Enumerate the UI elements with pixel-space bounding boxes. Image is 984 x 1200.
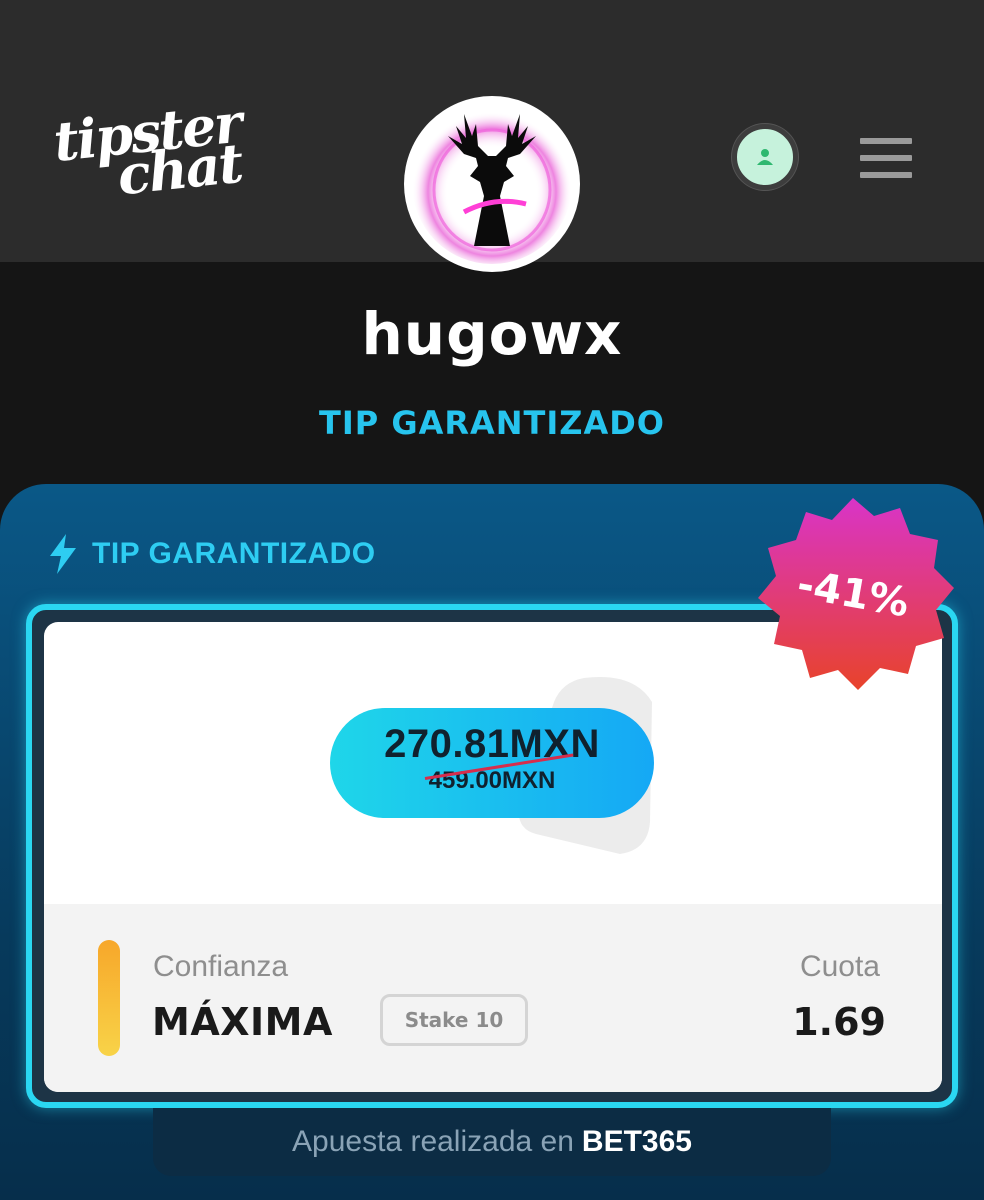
original-price: 459.00MXN xyxy=(424,753,574,795)
menu-line xyxy=(860,172,912,178)
tip-panel-title-text: TIP GARANTIZADO xyxy=(92,537,376,570)
menu-line xyxy=(860,138,912,144)
tip-panel-title: TIP GARANTIZADO xyxy=(48,534,376,574)
user-icon xyxy=(757,149,773,165)
lightning-icon xyxy=(50,534,76,574)
user-account-button[interactable] xyxy=(732,124,798,190)
confidence-label: Confianza xyxy=(153,950,289,983)
bookmaker-name: BET365 xyxy=(581,1125,692,1158)
discount-badge: -41% xyxy=(793,561,913,627)
deer-silhouette-image xyxy=(412,104,572,264)
original-price-text: 459.00MXN xyxy=(428,767,556,794)
price-pill[interactable]: 270.81MXN 459.00MXN xyxy=(330,708,654,818)
menu-line xyxy=(860,155,912,161)
confidence-value: MÁXIMA xyxy=(152,1000,333,1044)
discounted-price: 270.81MXN xyxy=(384,722,600,766)
stake-badge: Stake 10 xyxy=(380,994,528,1046)
tipsterchat-logo[interactable]: tipster chat xyxy=(51,91,250,211)
bookmaker-footer: Apuesta realizada en BET365 xyxy=(153,1108,831,1176)
bet-placed-text: Apuesta realizada en xyxy=(292,1125,574,1158)
profile-username: hugowx xyxy=(361,300,623,368)
profile-avatar xyxy=(404,96,580,272)
section-heading: TIP GARANTIZADO xyxy=(318,404,665,442)
confidence-bar xyxy=(98,940,120,1056)
hamburger-menu-icon[interactable] xyxy=(856,136,916,180)
odds-value: 1.69 xyxy=(792,1000,886,1044)
logo-line-2: chat xyxy=(114,130,245,208)
odds-label: Cuota xyxy=(799,950,880,983)
